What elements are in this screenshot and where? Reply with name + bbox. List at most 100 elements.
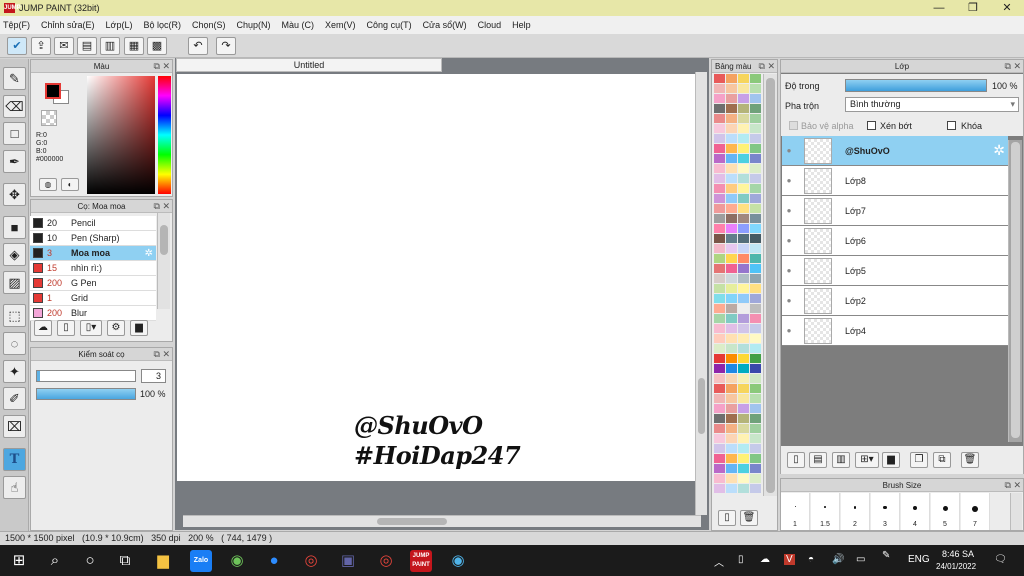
color-swatch[interactable]	[750, 274, 761, 283]
document-icon[interactable]: ▥	[100, 37, 120, 55]
chrome-profile-icon[interactable]: ◎	[375, 550, 397, 572]
color-swatch[interactable]	[738, 474, 749, 483]
color-swatch[interactable]	[726, 164, 737, 173]
color-swatch[interactable]	[738, 394, 749, 403]
color-swatch[interactable]	[738, 454, 749, 463]
color-swatch[interactable]	[738, 254, 749, 263]
color-swatch[interactable]	[738, 314, 749, 323]
color-swatch[interactable]	[750, 154, 761, 163]
layer-visibility-icon[interactable]: ●	[782, 266, 796, 275]
fill-rect-tool-icon[interactable]: ■	[3, 216, 26, 239]
hue-slider[interactable]	[158, 76, 171, 194]
color-swatch[interactable]	[750, 464, 761, 473]
color-swatch[interactable]	[726, 224, 737, 233]
redo-button[interactable]: ↷	[216, 37, 236, 55]
close-button[interactable]: ✕	[990, 0, 1024, 16]
color-swatch[interactable]	[738, 214, 749, 223]
color-swatch[interactable]	[726, 214, 737, 223]
color-swatch[interactable]	[726, 454, 737, 463]
color-swatch[interactable]	[738, 234, 749, 243]
new-folder-icon[interactable]: ▆	[882, 452, 900, 468]
color-swatch[interactable]	[726, 404, 737, 413]
color-swatch[interactable]	[738, 84, 749, 93]
color-swatch[interactable]	[714, 344, 725, 353]
color-swatch[interactable]	[738, 324, 749, 333]
menu-tools[interactable]: Công cụ(T)	[367, 20, 412, 30]
layer-row[interactable]: ● Lớp6	[782, 226, 1008, 256]
color-swatch[interactable]	[750, 114, 761, 123]
color-swatch[interactable]	[738, 294, 749, 303]
brush-size-cell[interactable]: 1.5	[811, 493, 840, 530]
color-swatch[interactable]	[714, 184, 725, 193]
color-swatch[interactable]	[738, 484, 749, 493]
brush-settings-gear-icon[interactable]: ✲	[145, 248, 153, 259]
color-swatch[interactable]	[738, 284, 749, 293]
text-tool-icon[interactable]: T	[3, 448, 26, 471]
teams-icon[interactable]: ▣	[337, 550, 359, 572]
brush-size-scrollbar[interactable]	[1010, 493, 1022, 530]
maximize-button[interactable]: ❐	[956, 0, 990, 16]
color-swatch[interactable]	[738, 404, 749, 413]
brush-item[interactable]: 10 Pen (Sharp)	[30, 231, 156, 246]
operation-tool-icon[interactable]: ☝	[3, 476, 26, 499]
color-swatch[interactable]	[714, 444, 725, 453]
clock-time[interactable]: 8:46 SA	[942, 549, 974, 559]
color-swatch[interactable]	[714, 464, 725, 473]
new-1bit-layer-icon[interactable]: ▥	[832, 452, 850, 468]
new-brush-icon[interactable]: ▯	[57, 320, 75, 336]
menu-cloud[interactable]: Cloud	[478, 20, 502, 30]
color-swatch[interactable]	[726, 364, 737, 373]
color-swatch[interactable]	[750, 394, 761, 403]
layer-row[interactable]: ● Lớp8	[782, 166, 1008, 196]
color-swatch[interactable]	[714, 374, 725, 383]
color-swatch[interactable]	[750, 144, 761, 153]
color-swatch[interactable]	[750, 234, 761, 243]
add-layer-menu-icon[interactable]: ⊞▾	[855, 452, 879, 468]
color-swatch[interactable]	[738, 164, 749, 173]
rectangle-tool-icon[interactable]: □	[3, 122, 26, 145]
delete-swatch-icon[interactable]: 🗑	[740, 510, 758, 526]
color-swatch[interactable]	[714, 104, 725, 113]
color-swatch[interactable]	[726, 434, 737, 443]
color-swatch[interactable]	[726, 234, 737, 243]
color-swatch[interactable]	[714, 254, 725, 263]
color-swatch[interactable]	[738, 384, 749, 393]
color-swatch[interactable]	[750, 74, 761, 83]
move-tool-icon[interactable]: ✥	[3, 183, 26, 206]
panel-controls-icon[interactable]: ⧉ ✕	[154, 201, 170, 211]
lasso-tool-icon[interactable]: ◌	[3, 332, 26, 355]
brush-size-cell[interactable]: 2	[841, 493, 870, 530]
canvas-vertical-scrollbar[interactable]	[695, 72, 707, 515]
layer-row[interactable]: ● @ShuOvO ✲	[782, 136, 1008, 166]
layer-visibility-icon[interactable]: ●	[782, 206, 796, 215]
color-swatch[interactable]	[750, 414, 761, 423]
color-swatch[interactable]	[714, 324, 725, 333]
new-swatch-icon[interactable]: ▯	[718, 510, 736, 526]
color-swatch[interactable]	[750, 304, 761, 313]
lock-checkbox[interactable]	[947, 121, 956, 130]
color-swatch[interactable]	[726, 344, 737, 353]
color-swatch[interactable]	[726, 394, 737, 403]
color-swatch[interactable]	[714, 484, 725, 493]
notification-icon[interactable]: 🗨	[994, 554, 1007, 565]
color-swatch[interactable]	[714, 474, 725, 483]
brush-size-cell[interactable]: 5	[931, 493, 960, 530]
color-swatch[interactable]	[738, 174, 749, 183]
color-swatch[interactable]	[726, 324, 737, 333]
brush-settings-icon[interactable]: ⚙	[107, 320, 125, 336]
menu-capture[interactable]: Chụp(N)	[237, 20, 271, 30]
color-swatch[interactable]	[714, 114, 725, 123]
color-swatch[interactable]	[750, 134, 761, 143]
duplicate-layer-icon[interactable]: ❐	[910, 452, 928, 468]
color-swatch[interactable]	[750, 354, 761, 363]
magic-wand-tool-icon[interactable]: ✦	[3, 360, 26, 383]
color-swatch[interactable]	[750, 224, 761, 233]
color-swatch[interactable]	[738, 194, 749, 203]
color-swatch[interactable]	[738, 464, 749, 473]
menu-edit[interactable]: Chỉnh sửa(E)	[41, 20, 95, 30]
color-swatch[interactable]	[714, 384, 725, 393]
color-swatch[interactable]	[750, 434, 761, 443]
chrome-icon[interactable]: ◎	[300, 550, 322, 572]
color-swatch[interactable]	[750, 374, 761, 383]
color-swatch[interactable]	[750, 314, 761, 323]
